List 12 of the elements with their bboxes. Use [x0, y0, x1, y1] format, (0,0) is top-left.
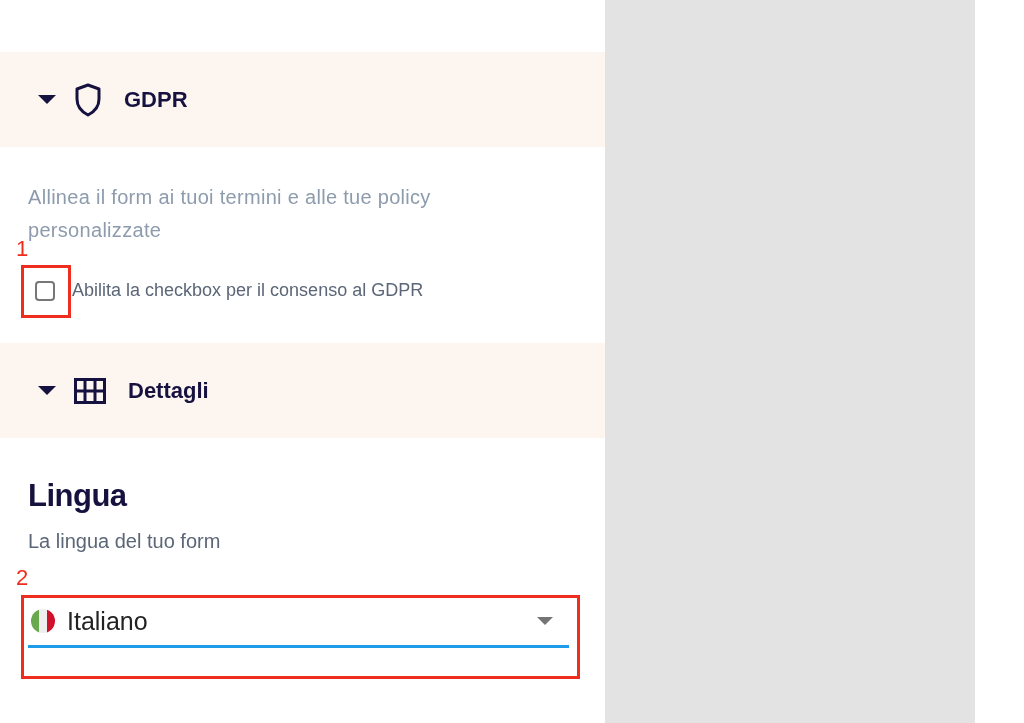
section-title: GDPR [124, 86, 188, 113]
field-subtitle: La lingua del tuo form [28, 530, 222, 553]
section-header[interactable]: GDPR [0, 52, 605, 147]
section-header[interactable]: Dettagli [0, 343, 605, 438]
checkbox-label: Abilita la checkbox per il consenso al GDPR [72, 280, 424, 301]
select-value: Italiano [67, 606, 149, 636]
callout-number: 2 [16, 567, 29, 589]
field-heading: Lingua [28, 478, 129, 514]
callout-number: 1 [16, 238, 29, 260]
language-select[interactable]: Italiano [28, 597, 569, 648]
section-title: Dettagli [128, 377, 209, 404]
section-description: Allinea il form ai tuoi termini e alle tue policy personalizzate [28, 185, 432, 243]
